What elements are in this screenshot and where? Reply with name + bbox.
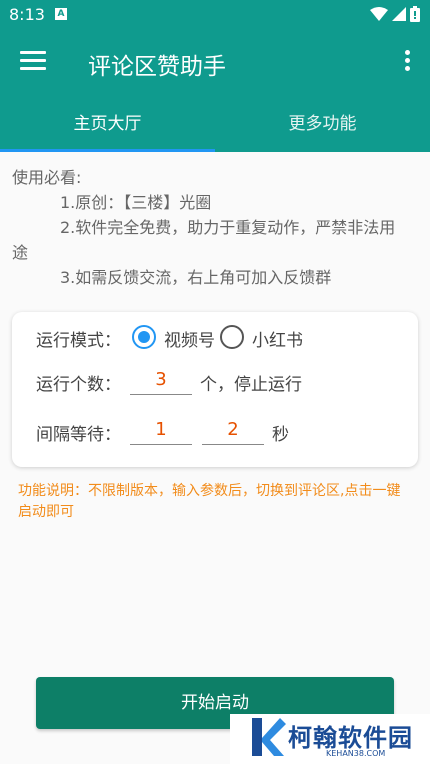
more-vert-icon[interactable]: [402, 50, 412, 76]
function-note: 功能说明：不限制版本，输入参数后，切换到评论区,点击一键启动即可: [18, 483, 401, 520]
instruction-line-1: 1.原创：【三楼】光圈: [60, 193, 212, 212]
count-input[interactable]: 3: [130, 365, 192, 395]
instructions: 使用必看: 1.原创：【三楼】光圈 2.软件完全免费，助力于重复动作，严禁非法用…: [12, 165, 418, 290]
radio-video-account[interactable]: [132, 325, 156, 349]
instructions-heading: 使用必看:: [12, 168, 82, 187]
wifi-icon: [370, 7, 388, 21]
tab-label: 主页大厅: [73, 114, 142, 134]
tab-indicator: [0, 149, 215, 152]
app-title: 评论区赞助手: [88, 54, 226, 80]
instruction-line-2: 2.软件完全免费，助力于重复动作，严禁非法用: [60, 218, 396, 237]
count-label: 运行个数：: [36, 375, 121, 395]
watermark-sub: KEHAN38.COM: [326, 749, 386, 758]
radio-xiaohongshu-label[interactable]: 小红书: [252, 326, 303, 351]
radio-xiaohongshu[interactable]: [220, 325, 244, 349]
radio-video-account-label[interactable]: 视频号: [164, 326, 215, 351]
count-suffix: 个，停止运行: [200, 375, 302, 395]
status-bar: 8:13 A: [0, 0, 430, 30]
signal-icon: [392, 7, 406, 21]
kehan-logo-icon: [252, 718, 286, 756]
battery-icon: [410, 6, 420, 22]
watermark: 柯翰软件园 KEHAN38.COM: [230, 714, 430, 764]
notification-icon: A: [55, 8, 67, 20]
hamburger-menu-icon[interactable]: [20, 51, 46, 73]
instruction-line-2-wrap: 途: [12, 243, 29, 262]
app-bar: 评论区赞助手: [0, 30, 430, 96]
status-icons: [370, 6, 420, 22]
settings-card: 运行模式： 视频号 小红书 运行个数： 3 个，停止运行 间隔等待： 1 2 秒: [12, 312, 418, 467]
tab-more-features[interactable]: 更多功能: [215, 96, 430, 152]
interval-unit: 秒: [272, 425, 289, 445]
interval-max-input[interactable]: 2: [202, 415, 264, 445]
interval-label: 间隔等待：: [36, 425, 121, 445]
interval-min-input[interactable]: 1: [130, 415, 192, 445]
watermark-text: 柯翰软件园: [288, 724, 413, 752]
tab-home-hall[interactable]: 主页大厅: [0, 96, 215, 152]
instruction-line-3: 3.如需反馈交流，右上角可加入反馈群: [60, 268, 332, 287]
tab-label: 更多功能: [288, 114, 357, 134]
tab-bar: 主页大厅 更多功能: [0, 96, 430, 152]
status-time: 8:13: [9, 5, 45, 24]
mode-label: 运行模式：: [36, 331, 121, 351]
